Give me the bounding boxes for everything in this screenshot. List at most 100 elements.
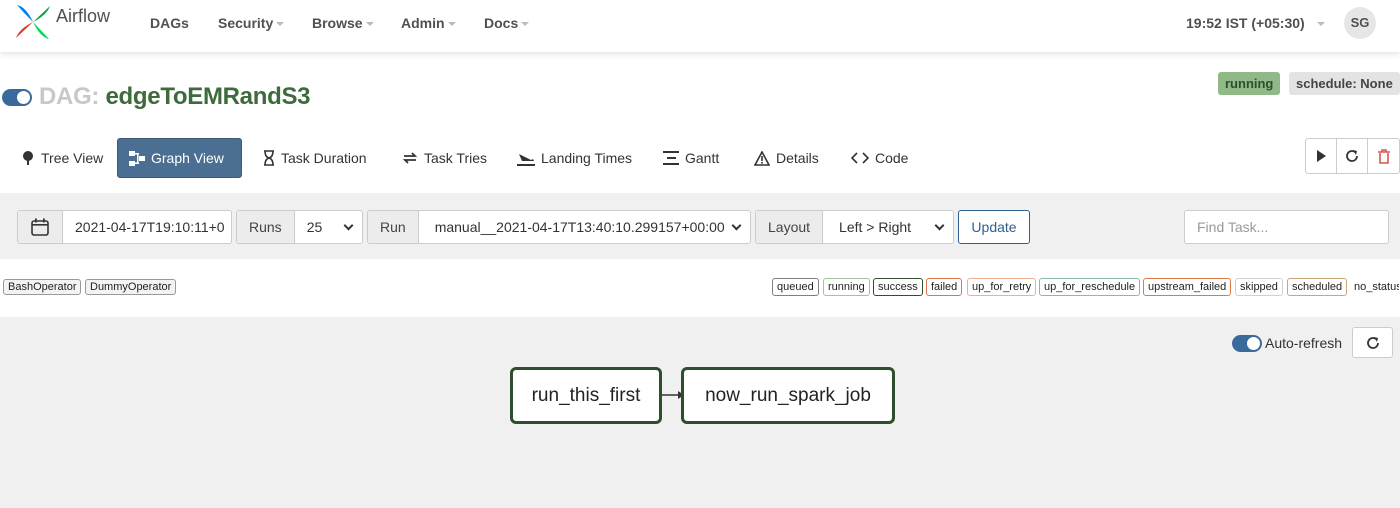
nav-browse-label: Browse: [312, 15, 363, 31]
chevron-down-icon: [934, 220, 945, 230]
tab-label: Task Tries: [424, 150, 488, 166]
timezone-menu[interactable]: 19:52 IST (+05:30): [1186, 15, 1325, 31]
user-avatar[interactable]: SG: [1344, 7, 1376, 39]
tab-code[interactable]: Code: [840, 138, 919, 178]
tab-label: Code: [875, 150, 909, 166]
tab-label: Details: [776, 150, 819, 166]
trigger-dag-button[interactable]: [1306, 139, 1338, 173]
refresh-dag-button[interactable]: [1337, 139, 1369, 173]
base-date-picker[interactable]: 2021-04-17T19:10:11+0: [17, 210, 232, 244]
caret-down-icon: [447, 22, 456, 27]
graph-canvas[interactable]: Auto-refresh run_this_first now_run_spar…: [0, 317, 1400, 508]
run-value-text: manual__2021-04-17T13:40:10.299157+00:00: [434, 219, 725, 235]
task-node-run-this-first[interactable]: run_this_first: [510, 367, 662, 424]
tab-label: Tree View: [41, 150, 104, 166]
layout-select[interactable]: Layout Left > Right: [755, 210, 954, 244]
chevron-down-icon: [731, 220, 742, 230]
nav-browse[interactable]: Browse: [312, 15, 374, 31]
runs-select[interactable]: Runs 25: [236, 210, 363, 244]
state-legend-upstream-failed[interactable]: upstream_failed: [1143, 278, 1232, 296]
navbar: Airflow DAGs Security Browse Admin Docs …: [0, 0, 1400, 52]
refresh-icon: [1366, 336, 1379, 349]
tab-label: Landing Times: [541, 150, 633, 166]
tab-label: Gantt: [685, 150, 720, 166]
calendar-button[interactable]: [18, 211, 63, 243]
auto-refresh-label: Auto-refresh: [1265, 335, 1343, 351]
caret-down-icon: [365, 22, 374, 27]
dag-title: DAG: edgeToEMRandS3: [39, 83, 311, 111]
nav-docs[interactable]: Docs: [484, 15, 530, 31]
state-legend-skipped[interactable]: skipped: [1235, 278, 1283, 296]
hourglass-icon: [264, 150, 274, 166]
chevron-down-icon: [343, 220, 354, 230]
tab-task-duration[interactable]: Task Duration: [252, 138, 378, 178]
dag-pause-toggle[interactable]: [2, 89, 32, 106]
state-legend-scheduled[interactable]: scheduled: [1287, 278, 1348, 296]
dag-id[interactable]: edgeToEMRandS3: [106, 83, 311, 110]
warning-icon: [754, 150, 770, 166]
tab-task-tries[interactable]: Task Tries: [391, 138, 498, 178]
tab-label: Task Duration: [281, 150, 367, 166]
caret-down-icon: [276, 22, 285, 27]
layout-value[interactable]: Left > Right: [823, 211, 953, 243]
tree-icon: [23, 151, 33, 165]
airflow-logo[interactable]: Airflow: [14, 3, 110, 41]
delete-dag-button[interactable]: [1368, 139, 1399, 173]
layout-label: Layout: [756, 211, 824, 243]
nav-security[interactable]: Security: [218, 15, 285, 31]
runs-value[interactable]: 25: [295, 211, 362, 243]
layout-value-text: Left > Right: [839, 219, 912, 235]
tab-tree-view[interactable]: Tree View: [10, 138, 114, 178]
dag-prefix: DAG:: [39, 83, 100, 110]
auto-refresh-toggle[interactable]: [1232, 335, 1262, 352]
state-legend-failed[interactable]: failed: [926, 278, 963, 296]
calendar-icon: [31, 218, 49, 236]
nav-dags[interactable]: DAGs: [150, 15, 189, 31]
tab-gantt[interactable]: Gantt: [652, 138, 730, 178]
nav-dags-label: DAGs: [150, 15, 189, 31]
find-task-input[interactable]: [1184, 210, 1389, 244]
caret-down-icon: [1316, 22, 1325, 27]
state-legend-no-status[interactable]: no_status: [1349, 278, 1400, 296]
operator-legend-item: DummyOperator: [85, 279, 177, 295]
tab-label: Graph View: [151, 150, 224, 166]
run-value[interactable]: manual__2021-04-17T13:40:10.299157+00:00: [419, 211, 750, 243]
landing-icon: [517, 153, 535, 166]
code-icon: [851, 152, 869, 164]
state-legend-success[interactable]: success: [873, 278, 923, 296]
schedule-badge: schedule: None: [1289, 72, 1400, 95]
state-legend-queued[interactable]: queued: [772, 278, 819, 296]
run-label: Run: [368, 211, 419, 243]
tab-details[interactable]: Details: [743, 138, 830, 178]
tab-graph-view[interactable]: Graph View: [117, 138, 242, 178]
refresh-icon: [1346, 150, 1358, 162]
play-icon: [1317, 150, 1326, 162]
operator-legend-item: BashOperator: [3, 279, 82, 295]
nav-docs-label: Docs: [484, 15, 519, 31]
brand-name: Airflow: [56, 5, 111, 26]
tab-landing-times[interactable]: Landing Times: [506, 138, 643, 178]
base-date-input[interactable]: 2021-04-17T19:10:11+0: [63, 211, 231, 243]
status-badge: running: [1218, 72, 1281, 95]
graph-icon: [129, 150, 145, 166]
update-button[interactable]: Update: [958, 210, 1030, 244]
gantt-icon: [663, 151, 679, 165]
retry-icon: [402, 152, 418, 164]
task-node-now-run-spark-job[interactable]: now_run_spark_job: [681, 367, 895, 424]
runs-label: Runs: [237, 211, 295, 243]
trash-icon: [1377, 148, 1390, 164]
dag-actions: [1305, 138, 1400, 174]
state-legend-up-for-retry[interactable]: up_for_retry: [967, 278, 1037, 296]
nav-admin[interactable]: Admin: [401, 15, 456, 31]
time-label: 19:52 IST (+05:30): [1186, 15, 1305, 31]
state-legend-running[interactable]: running: [823, 278, 870, 296]
graph-refresh-button[interactable]: [1352, 327, 1393, 358]
nav-admin-label: Admin: [401, 15, 445, 31]
pinwheel-icon: [16, 5, 50, 39]
state-legend-up-for-reschedule[interactable]: up_for_reschedule: [1039, 278, 1141, 296]
run-select[interactable]: Run manual__2021-04-17T13:40:10.299157+0…: [367, 210, 751, 244]
runs-value-text: 25: [306, 219, 323, 235]
caret-down-icon: [521, 22, 530, 27]
nav-security-label: Security: [218, 15, 274, 31]
filter-bar: 2021-04-17T19:10:11+0 Runs 25 Run manual…: [0, 193, 1400, 259]
